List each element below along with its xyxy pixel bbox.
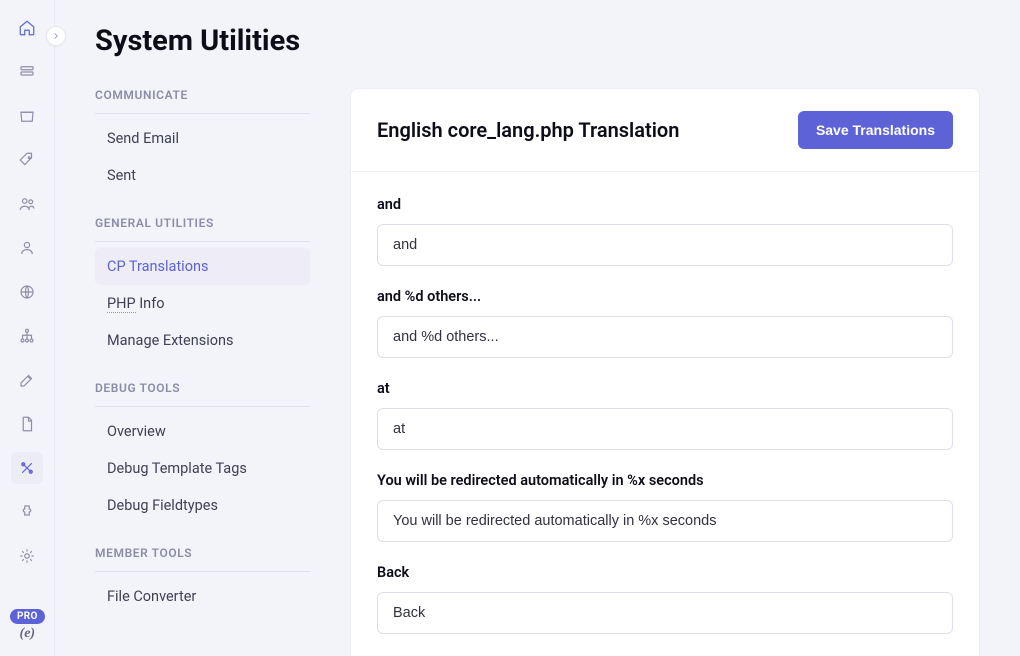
nav-globe[interactable] (11, 276, 43, 308)
compose-icon (18, 371, 36, 389)
subnav: COMMUNICATE Send Email Sent GENERAL UTIL… (95, 88, 310, 656)
save-translations-button[interactable]: Save Translations (798, 111, 953, 149)
section-debug-tools: DEBUG TOOLS (95, 381, 310, 407)
nav-members[interactable] (11, 188, 43, 220)
pro-badge: PRO (e) (10, 609, 45, 642)
nav-document[interactable] (11, 408, 43, 440)
nav-debug-template-tags[interactable]: Debug Template Tags (95, 450, 310, 487)
input-at[interactable] (377, 408, 953, 450)
label-redirect: You will be redirected automatically in … (377, 472, 953, 489)
field-and-d-others: and %d others... (377, 288, 953, 358)
nav-send-email[interactable]: Send Email (95, 120, 310, 157)
nav-php-info[interactable]: PHP Info (95, 285, 310, 322)
input-back[interactable] (377, 592, 953, 634)
icon-rail: PRO (e) (0, 0, 55, 656)
archive-icon (18, 107, 36, 125)
page-title: System Utilities (95, 24, 980, 58)
field-at: at (377, 380, 953, 450)
field-back: Back (377, 564, 953, 634)
nav-debug-fieldtypes[interactable]: Debug Fieldtypes (95, 487, 310, 524)
pro-logo: (e) (20, 626, 36, 642)
panel-header: English core_lang.php Translation Save T… (351, 89, 979, 172)
layers-icon (18, 63, 36, 81)
label-back: Back (377, 564, 953, 581)
section-general-utilities: GENERAL UTILITIES (95, 216, 310, 242)
nav-cp-translations[interactable]: CP Translations (95, 248, 310, 285)
panel-body: and and %d others... at You will be redi… (351, 172, 979, 656)
nav-manage-extensions[interactable]: Manage Extensions (95, 322, 310, 359)
nav-sitemap[interactable] (11, 320, 43, 352)
section-member-tools: MEMBER TOOLS (95, 546, 310, 572)
input-and-d-others[interactable] (377, 316, 953, 358)
nav-compose[interactable] (11, 364, 43, 396)
tag-icon (18, 151, 36, 169)
document-icon (18, 415, 36, 433)
translation-panel: English core_lang.php Translation Save T… (350, 88, 980, 656)
input-redirect[interactable] (377, 500, 953, 542)
nav-entries[interactable] (11, 56, 43, 88)
wrench-icon (18, 459, 36, 477)
nav-profile[interactable] (11, 232, 43, 264)
members-icon (18, 195, 36, 213)
globe-icon (18, 283, 36, 301)
pro-pill: PRO (10, 609, 45, 624)
nav-file-converter[interactable]: File Converter (95, 578, 310, 615)
nav-addons[interactable] (11, 496, 43, 528)
nav-categories[interactable] (11, 144, 43, 176)
chevron-right-icon (51, 31, 61, 41)
gear-icon (18, 547, 36, 565)
input-and[interactable] (377, 224, 953, 266)
puzzle-icon (18, 503, 36, 521)
panel-title: English core_lang.php Translation (377, 118, 679, 142)
rail-toggle[interactable] (46, 26, 66, 46)
label-at: at (377, 380, 953, 397)
sitemap-icon (18, 327, 36, 345)
section-communicate: COMMUNICATE (95, 88, 310, 114)
content-area: System Utilities COMMUNICATE Send Email … (55, 0, 1020, 656)
label-and: and (377, 196, 953, 213)
user-icon (18, 239, 36, 257)
nav-settings[interactable] (11, 540, 43, 572)
field-and: and (377, 196, 953, 266)
nav-utilities[interactable] (11, 452, 43, 484)
nav-sent[interactable]: Sent (95, 157, 310, 194)
nav-files[interactable] (11, 100, 43, 132)
nav-debug-overview[interactable]: Overview (95, 413, 310, 450)
home-icon (18, 19, 36, 37)
label-and-d-others: and %d others... (377, 288, 953, 305)
nav-home[interactable] (11, 12, 43, 44)
field-redirect: You will be redirected automatically in … (377, 472, 953, 542)
